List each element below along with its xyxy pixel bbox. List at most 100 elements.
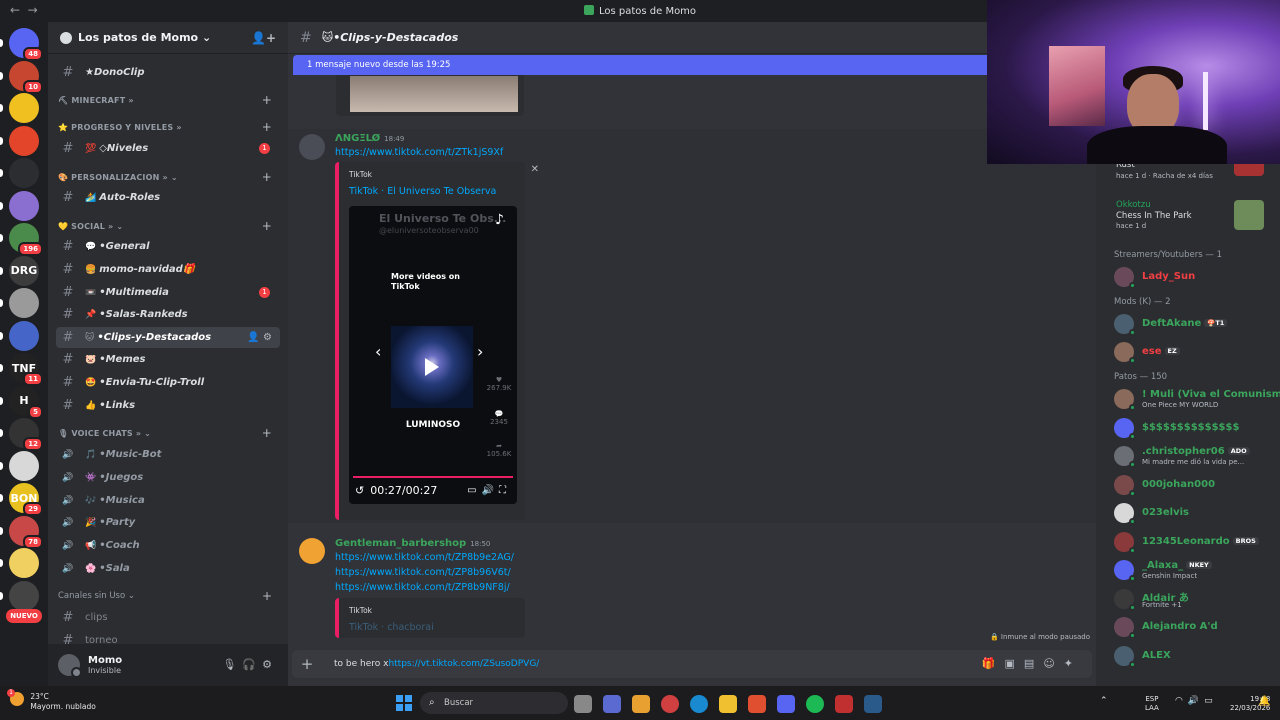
- member-row[interactable]: ese EZ: [1114, 340, 1276, 364]
- server-icon[interactable]: DRG: [0, 255, 39, 286]
- shares-count[interactable]: ➦ 105.6K: [485, 442, 513, 458]
- settings-gear-icon[interactable]: ⚙: [263, 332, 272, 343]
- gift-icon[interactable]: 🎁: [982, 657, 1005, 670]
- add-channel-icon[interactable]: +: [262, 93, 272, 107]
- invite-icon[interactable]: 👤: [247, 332, 259, 343]
- activity-card[interactable]: Okkotzu Chess In The Park hace 1 d: [1110, 198, 1272, 234]
- notification-bell-icon[interactable]: 🔔: [1258, 696, 1270, 707]
- server-icon[interactable]: [0, 93, 39, 123]
- channel-item[interactable]: 🔊 🎵 •Music-Bot: [56, 444, 280, 465]
- emoji-icon[interactable]: ☺: [1043, 657, 1063, 670]
- play-icon[interactable]: [425, 358, 439, 376]
- server-icon[interactable]: BON 29: [0, 483, 43, 516]
- avatar[interactable]: [58, 654, 82, 678]
- message-link[interactable]: https://www.tiktok.com/t/ZP8b9NF8j/: [335, 582, 510, 593]
- server-icon[interactable]: 48: [0, 28, 43, 61]
- server-icon[interactable]: 196: [0, 223, 43, 256]
- embed-title[interactable]: TikTok · chacborai: [349, 622, 434, 633]
- server-icon[interactable]: [0, 158, 39, 188]
- member-row[interactable]: Aldair あ Fortnite +1: [1114, 587, 1276, 611]
- channel-item[interactable]: # 💬 •General: [56, 236, 280, 257]
- volume-icon[interactable]: 🔊: [482, 485, 499, 496]
- battery-icon[interactable]: ▭: [1204, 696, 1218, 706]
- message-input[interactable]: to be hero xhttps://vt.tiktok.com/ZSusoD…: [334, 659, 539, 669]
- next-arrow-icon[interactable]: ›: [477, 342, 483, 361]
- close-icon[interactable]: ✕: [531, 164, 539, 175]
- fullscreen-icon[interactable]: ⛶: [499, 485, 511, 496]
- task-view-icon[interactable]: [574, 695, 592, 713]
- add-channel-icon[interactable]: +: [262, 170, 272, 184]
- add-channel-icon[interactable]: +: [262, 219, 272, 233]
- replay-icon[interactable]: ↺: [355, 484, 364, 497]
- brave-icon[interactable]: [748, 695, 766, 713]
- server-icon[interactable]: 78: [0, 515, 43, 549]
- sticker-icon[interactable]: ▤: [1024, 657, 1043, 670]
- channel-item[interactable]: 🔊 👾 •Juegos: [56, 467, 280, 488]
- settings-gear-icon[interactable]: ⚙: [262, 658, 278, 671]
- channel-category[interactable]: Canales sin Uso ⌄ +: [58, 588, 280, 604]
- channel-item[interactable]: # 🤩 •Envia-Tu-Clip-Troll: [56, 372, 280, 393]
- member-row[interactable]: _Alaxa_ NKEY Genshin Impact: [1114, 558, 1276, 582]
- windows-start-icon[interactable]: [396, 695, 412, 711]
- channel-item[interactable]: # 🐱 •Clips-y-Destacados 👤 ⚙: [56, 327, 280, 348]
- channel-category[interactable]: 💛 SOCIAL » ⌄ +: [58, 218, 280, 234]
- prev-arrow-icon[interactable]: ‹: [375, 342, 381, 361]
- channel-item[interactable]: # 👍 •Links: [56, 395, 280, 416]
- volume-icon[interactable]: 🔊: [1188, 696, 1204, 706]
- headphones-icon[interactable]: 🎧: [242, 658, 262, 671]
- member-row[interactable]: 12345Leonardo BROS: [1114, 530, 1276, 554]
- embed-title[interactable]: TikTok · El Universo Te Observa: [349, 186, 496, 197]
- add-channel-icon[interactable]: +: [262, 426, 272, 440]
- teams-icon[interactable]: [603, 695, 621, 713]
- avatar[interactable]: [299, 134, 325, 160]
- wifi-icon[interactable]: ◠: [1175, 696, 1188, 706]
- channel-item[interactable]: # 📌 •Salas-Rankeds: [56, 304, 280, 325]
- member-row[interactable]: $$$$$$$$$$$$$$: [1114, 416, 1276, 440]
- video-progress-bar[interactable]: [353, 476, 513, 478]
- message-link[interactable]: https://www.tiktok.com/t/ZP8b96V6t/: [335, 567, 511, 578]
- avatar[interactable]: [299, 538, 325, 564]
- channel-item[interactable]: # 💯 ◇Niveles 1: [56, 138, 280, 159]
- discord-icon[interactable]: [777, 695, 795, 713]
- add-channel-icon[interactable]: +: [262, 589, 272, 603]
- new-messages-bar[interactable]: 1 mensaje nuevo desde las 19:25: [293, 55, 1093, 75]
- server-icon[interactable]: [0, 320, 39, 351]
- captions-icon[interactable]: ▭: [467, 485, 481, 496]
- server-icon[interactable]: [0, 580, 39, 611]
- message-author[interactable]: ΛNGΞLØ 18:49: [335, 133, 404, 144]
- video-thumbnail[interactable]: [391, 326, 473, 408]
- server-icon[interactable]: H5: [0, 385, 43, 419]
- gif-icon[interactable]: ▣: [1005, 657, 1024, 670]
- invite-people-icon[interactable]: 👤+: [251, 31, 276, 45]
- channel-item[interactable]: # 🏄 Auto-Roles: [56, 187, 280, 208]
- video-player[interactable]: El Universo Te Obs... @eluniversoteobser…: [349, 206, 517, 504]
- edge-icon[interactable]: [690, 695, 708, 713]
- channel-category[interactable]: ⛏ MINECRAFT » +: [58, 92, 280, 108]
- taskbar-search[interactable]: ⌕ Buscar: [420, 692, 568, 714]
- microphone-icon[interactable]: 🎙: [222, 658, 242, 671]
- embed-image[interactable]: [350, 76, 518, 112]
- channel-item[interactable]: # clips: [56, 607, 280, 628]
- copilot-icon[interactable]: [632, 695, 650, 713]
- more-videos-label[interactable]: More videos on TikTok: [391, 272, 471, 292]
- channel-item[interactable]: # 📼 •Multimedia 1: [56, 282, 280, 303]
- member-row[interactable]: 023elvis: [1114, 501, 1276, 525]
- apps-icon[interactable]: ✦: [1064, 657, 1082, 670]
- app-icon[interactable]: [835, 695, 853, 713]
- server-icon[interactable]: [0, 125, 39, 156]
- weather-widget[interactable]: 1 23°C Mayorm. nublado: [7, 689, 96, 712]
- chevron-up-icon[interactable]: ⌃: [1100, 696, 1114, 706]
- message-link[interactable]: https://www.tiktok.com/t/ZTk1jS9Xf: [335, 147, 503, 158]
- member-row[interactable]: .christopher06 ADO Mi madre me dió la vida…: [1114, 444, 1276, 468]
- spotify-icon[interactable]: [806, 695, 824, 713]
- member-row[interactable]: Lady_Sun: [1114, 265, 1276, 289]
- channel-item[interactable]: # 🐷 •Memes: [56, 349, 280, 370]
- member-row[interactable]: ! Muli (Viva el Comunismo) One Piece MY W…: [1114, 387, 1280, 411]
- message-composer[interactable]: + to be hero xhttps://vt.tiktok.com/ZSus…: [292, 650, 1092, 678]
- message-author[interactable]: Gentleman_barbershop 18:50: [335, 538, 490, 549]
- server-icon[interactable]: [0, 288, 39, 318]
- comments-count[interactable]: 💬 2345: [485, 410, 513, 426]
- channel-item[interactable]: # ★DonoClip: [56, 62, 280, 83]
- guild-header[interactable]: Los patos de Momo ⌄ 👤+: [48, 22, 288, 54]
- message-link[interactable]: https://www.tiktok.com/t/ZP8b9e2AG/: [335, 552, 514, 563]
